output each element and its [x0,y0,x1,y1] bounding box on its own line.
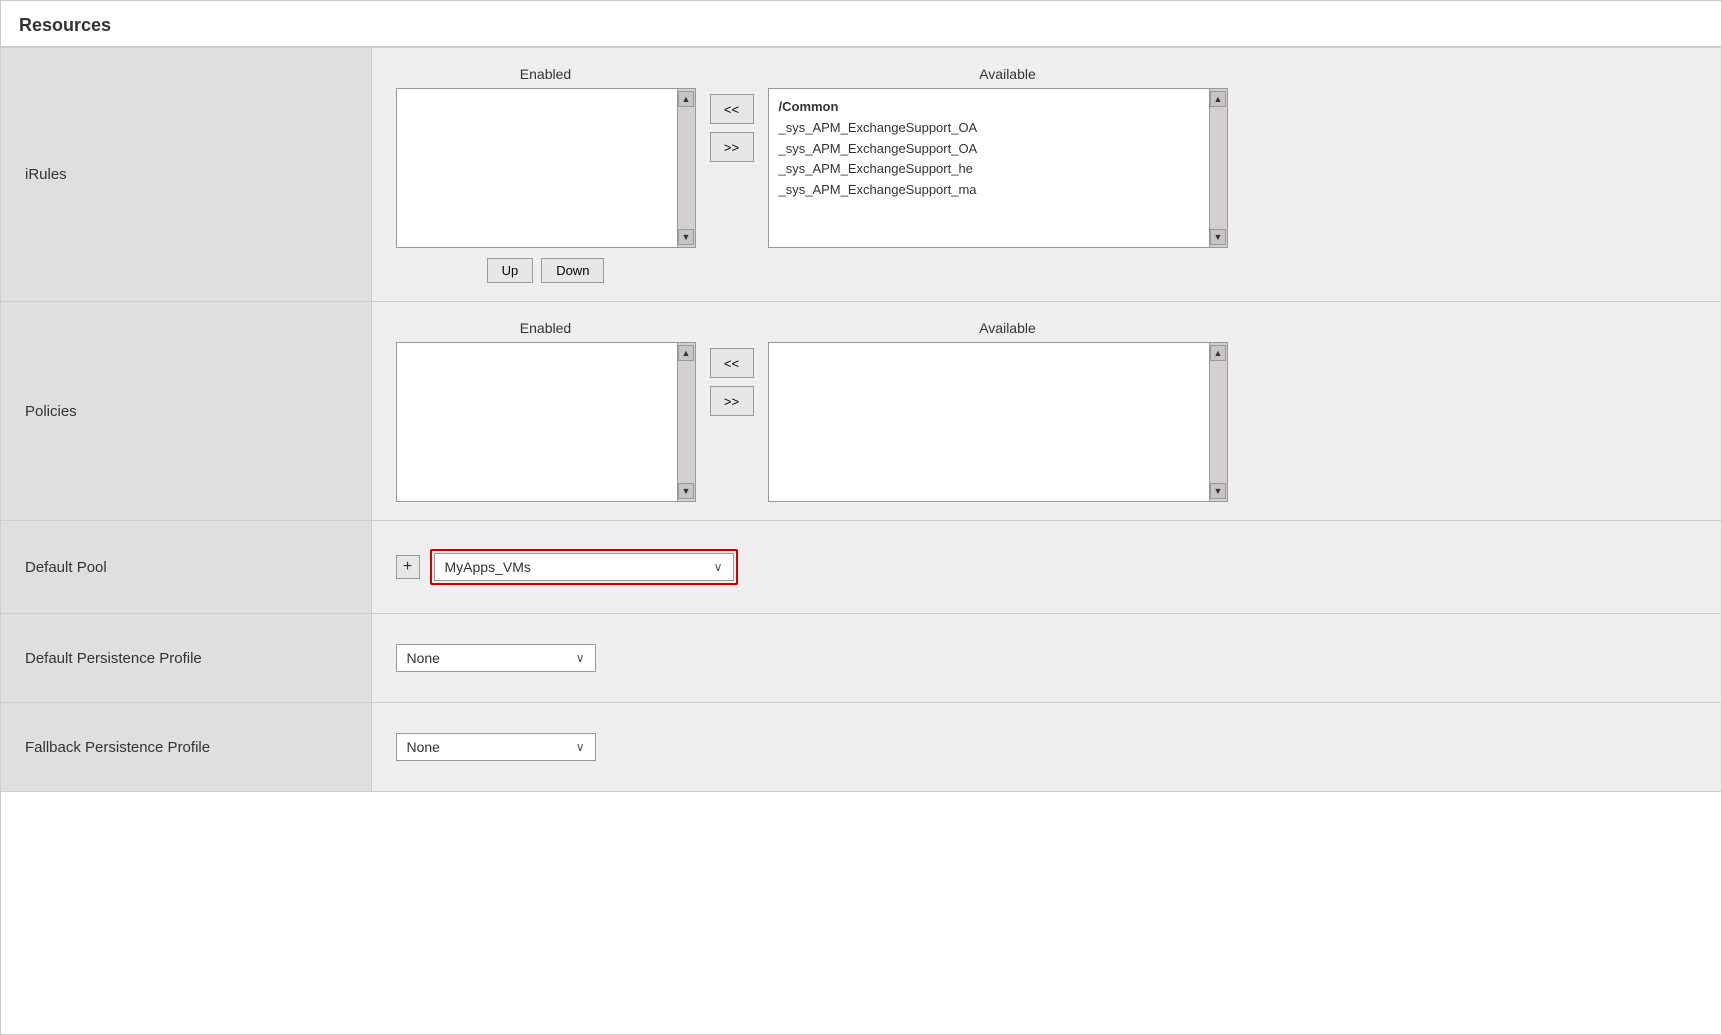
irules-available-listbox[interactable]: /Common _sys_APM_ExchangeSupport_OA _sys… [768,88,1228,248]
default-pool-value: MyApps_VMs [445,559,531,575]
resources-table: iRules Enabled ▲ ▼ [1,48,1721,792]
policies-move-right-button[interactable]: >> [710,386,754,416]
default-pool-plus-button[interactable]: + [396,555,420,579]
default-pool-dropdown-wrapper: MyApps_VMs ∨ [430,549,738,585]
policies-label: Policies [1,302,371,521]
default-pool-controls: + MyApps_VMs ∨ [396,539,1698,595]
fallback-persistence-row: Fallback Persistence Profile None ∨ [1,703,1721,792]
list-item: _sys_APM_ExchangeSupport_ma [779,180,1217,201]
irules-enabled-scroll-down[interactable]: ▼ [678,229,694,245]
default-persistence-dropdown[interactable]: None ∨ [396,644,596,672]
policies-available-inner [769,343,1227,501]
irules-enabled-box-wrapper: ▲ ▼ [396,88,696,248]
irules-enabled-scrollbar: ▲ ▼ [677,89,695,247]
list-item: _sys_APM_ExchangeSupport_he [779,159,1217,180]
fallback-persistence-chevron: ∨ [576,740,585,754]
default-pool-row: Default Pool + MyApps_VMs ∨ [1,521,1721,614]
policies-available-scrollbar: ▲ ▼ [1209,343,1227,501]
default-persistence-content: None ∨ [371,614,1721,703]
irules-dual-list: Enabled ▲ ▼ Up D [396,66,1698,283]
irules-available-scrollbar: ▲ ▼ [1209,89,1227,247]
irules-enabled-inner [397,89,677,247]
policies-enabled-label: Enabled [520,320,571,336]
irules-updown-buttons: Up Down [487,258,605,283]
irules-up-button[interactable]: Up [487,258,534,283]
irules-label: iRules [1,48,371,302]
irules-row: iRules Enabled ▲ ▼ [1,48,1721,302]
default-persistence-chevron: ∨ [576,651,585,665]
default-pool-content: + MyApps_VMs ∨ [371,521,1721,614]
policies-available-listbox[interactable]: ▲ ▼ [768,342,1228,502]
policies-move-left-button[interactable]: << [710,348,754,378]
section-title: Resources [1,1,1721,48]
policies-row: Policies Enabled ▲ ▼ [1,302,1721,521]
default-pool-label: Default Pool [1,521,371,614]
irules-enabled-listbox[interactable]: ▲ ▼ [396,88,696,248]
irules-enabled-label: Enabled [520,66,571,82]
irules-available-label: Available [979,66,1036,82]
default-pool-chevron: ∨ [714,560,723,574]
list-item: /Common [779,97,1217,118]
irules-enabled-section: Enabled ▲ ▼ Up D [396,66,696,283]
page-wrapper: Resources iRules Enabled ▲ ▼ [0,0,1722,1035]
policies-transfer-buttons: << >> [710,320,754,416]
irules-available-box-wrapper: /Common _sys_APM_ExchangeSupport_OA _sys… [768,88,1248,248]
irules-available-section: Available /Common _sys_APM_ExchangeSuppo… [768,66,1248,248]
irules-available-scroll-down[interactable]: ▼ [1210,229,1226,245]
policies-available-scroll-up[interactable]: ▲ [1210,345,1226,361]
irules-transfer-buttons: << >> [710,66,754,162]
irules-available-scroll-up[interactable]: ▲ [1210,91,1226,107]
policies-enabled-scroll-up[interactable]: ▲ [678,345,694,361]
policies-available-section: Available ▲ ▼ [768,320,1248,502]
policies-content: Enabled ▲ ▼ [371,302,1721,521]
irules-move-right-button[interactable]: >> [710,132,754,162]
default-persistence-controls: None ∨ [396,632,1698,684]
irules-available-content: /Common _sys_APM_ExchangeSupport_OA _sys… [773,93,1223,205]
irules-move-left-button[interactable]: << [710,94,754,124]
policies-available-box-wrapper: ▲ ▼ [768,342,1248,502]
policies-enabled-scroll-down[interactable]: ▼ [678,483,694,499]
list-item: _sys_APM_ExchangeSupport_OA [779,118,1217,139]
policies-available-label: Available [979,320,1036,336]
default-persistence-value: None [407,650,440,666]
fallback-persistence-label: Fallback Persistence Profile [1,703,371,792]
fallback-persistence-controls: None ∨ [396,721,1698,773]
policies-dual-list: Enabled ▲ ▼ [396,320,1698,502]
irules-available-inner: /Common _sys_APM_ExchangeSupport_OA _sys… [769,89,1227,247]
default-persistence-label: Default Persistence Profile [1,614,371,703]
policies-enabled-box-wrapper: ▲ ▼ [396,342,696,502]
default-pool-dropdown[interactable]: MyApps_VMs ∨ [434,553,734,581]
list-item: _sys_APM_ExchangeSupport_OA [779,139,1217,160]
fallback-persistence-content: None ∨ [371,703,1721,792]
fallback-persistence-value: None [407,739,440,755]
policies-enabled-listbox[interactable]: ▲ ▼ [396,342,696,502]
irules-enabled-scroll-up[interactable]: ▲ [678,91,694,107]
fallback-persistence-dropdown[interactable]: None ∨ [396,733,596,761]
policies-enabled-scrollbar: ▲ ▼ [677,343,695,501]
policies-enabled-section: Enabled ▲ ▼ [396,320,696,502]
policies-enabled-inner [397,343,677,501]
irules-down-button[interactable]: Down [541,258,604,283]
irules-content: Enabled ▲ ▼ Up D [371,48,1721,302]
policies-available-scroll-down[interactable]: ▼ [1210,483,1226,499]
default-persistence-row: Default Persistence Profile None ∨ [1,614,1721,703]
